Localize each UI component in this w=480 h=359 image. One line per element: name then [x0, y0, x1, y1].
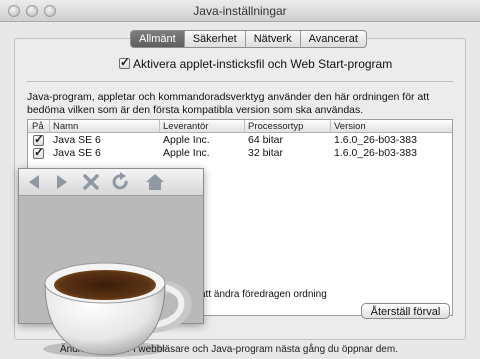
- window-title: Java-inställningar: [193, 4, 287, 18]
- tab-advanced[interactable]: Avancerat: [301, 31, 366, 47]
- table-header: På Namn Leverantör Processortyp Version: [28, 120, 452, 133]
- home-icon: [146, 174, 164, 190]
- column-header-arch[interactable]: Processortyp: [248, 121, 303, 132]
- browser-toolbar: [19, 169, 203, 196]
- applet-enable-label: Aktivera applet-insticksfil och Web Star…: [133, 57, 393, 71]
- row-version: 1.6.0_26-b03-383: [334, 134, 417, 146]
- divider: [27, 81, 453, 82]
- back-arrow-icon: [29, 175, 39, 189]
- row-arch: 64 bitar: [248, 134, 284, 146]
- drag-order-hint: att ändra föredragen ordning: [200, 289, 327, 300]
- version-order-description: Java-program, appletar och kommandoradsv…: [27, 91, 430, 116]
- row-vendor: Apple Inc.: [163, 147, 210, 159]
- row-version: 1.6.0_26-b03-383: [334, 147, 417, 159]
- reload-icon: [112, 172, 128, 190]
- tab-security[interactable]: Säkerhet: [185, 31, 246, 47]
- java-coffee-cup-icon: [43, 262, 192, 357]
- column-header-version[interactable]: Version: [334, 121, 366, 132]
- row-name: Java SE 6: [53, 134, 101, 146]
- column-header-enabled[interactable]: På: [32, 121, 44, 132]
- row-vendor: Apple Inc.: [163, 134, 210, 146]
- stop-x-icon: [83, 174, 99, 190]
- applet-enable-checkbox[interactable]: [119, 55, 130, 69]
- row-enabled-checkbox[interactable]: [33, 145, 44, 159]
- tab-network[interactable]: Nätverk: [246, 31, 301, 47]
- tab-bar: Allmänt Säkerhet Nätverk Avancerat: [130, 30, 367, 48]
- table-row[interactable]: Java SE 6 Apple Inc. 32 bitar 1.6.0_26-b…: [28, 145, 452, 160]
- row-name: Java SE 6: [53, 147, 101, 159]
- forward-arrow-icon: [57, 175, 67, 189]
- table-row[interactable]: Java SE 6 Apple Inc. 64 bitar 1.6.0_26-b…: [28, 132, 452, 147]
- title-bar: Java-inställningar: [0, 0, 480, 22]
- tab-general[interactable]: Allmänt: [131, 31, 185, 47]
- column-header-name[interactable]: Namn: [53, 121, 78, 132]
- reset-defaults-button[interactable]: Återställ förval: [361, 303, 450, 319]
- row-arch: 32 bitar: [248, 147, 284, 159]
- column-header-vendor[interactable]: Leverantör: [163, 121, 208, 132]
